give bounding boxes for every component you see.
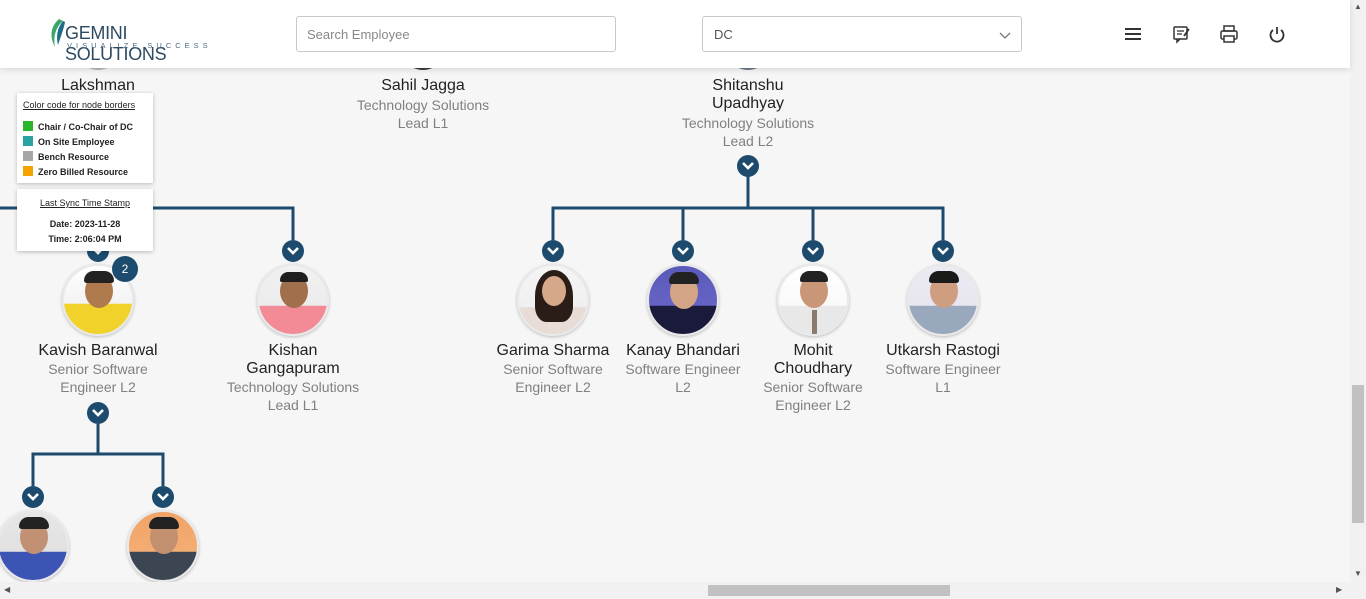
vertical-scroll-thumb[interactable] [1352, 385, 1364, 523]
avatar-kanay-bhandari[interactable] [647, 264, 719, 336]
feedback-icon[interactable] [1170, 23, 1192, 45]
menu-icon[interactable] [1122, 23, 1144, 45]
expand-toggle-button[interactable] [802, 240, 824, 262]
org-chart-canvas[interactable]: Lakshman Sahil Jagga Technology Solution… [0, 68, 1350, 582]
sync-timestamp-panel: Last Sync Time Stamp Date: 2023-11-28 Ti… [17, 189, 153, 251]
node-role: Software Engineer L1 [885, 361, 1001, 395]
expand-toggle-button[interactable] [672, 240, 694, 262]
avatar-kishan-gangapuram[interactable] [257, 264, 329, 336]
expand-toggle-button[interactable] [282, 240, 304, 262]
reportee-count-badge: 2 [112, 256, 138, 282]
node-role: Software Engineer L2 [625, 361, 741, 395]
avatar-child-employee[interactable] [0, 510, 69, 582]
node-name: Sahil Jagga [381, 77, 465, 94]
top-bar: GEMINI SOLUTIONS VISUALIZE SUCCESS DC [0, 0, 1350, 68]
node-role: Senior Software Engineer L2 [48, 361, 148, 395]
node-role: Technology Solutions Lead L2 [681, 115, 815, 149]
legend-item-chair: Chair / Co-Chair of DC [23, 121, 133, 132]
chevron-down-icon [92, 409, 104, 417]
color-code-legend: Color code for node borders Chair / Co-C… [17, 93, 153, 183]
avatar-mohit-choudhary[interactable] [777, 264, 849, 336]
chevron-down-icon [742, 162, 754, 170]
chevron-down-icon [677, 247, 689, 255]
chevron-down-icon [807, 247, 819, 255]
expand-toggle-button[interactable] [932, 240, 954, 262]
legend-swatch [23, 166, 33, 176]
dc-select-value: DC [714, 27, 733, 42]
scroll-up-icon[interactable]: ▲ [1354, 2, 1362, 11]
node-name: Kanay Bhandari [626, 342, 740, 359]
node-name: Kishan Gangapuram [246, 342, 340, 377]
chevron-down-icon [27, 493, 39, 501]
legend-item-bench: Bench Resource [23, 151, 109, 162]
search-employee-input[interactable] [296, 16, 616, 52]
dc-select[interactable]: DC [702, 16, 1022, 52]
horizontal-scroll-thumb[interactable] [708, 585, 950, 596]
node-role: Senior Software Engineer L2 [763, 379, 863, 413]
node-name: Kavish Baranwal [38, 342, 158, 359]
node-name: Mohit Choudhary [773, 342, 853, 377]
avatar-garima-sharma[interactable] [517, 264, 589, 336]
horizontal-scrollbar[interactable]: ◀ ▶ [0, 582, 1366, 599]
avatar-utkarsh-rastogi[interactable] [907, 264, 979, 336]
node-name: Garima Sharma [496, 342, 610, 359]
expand-toggle-button[interactable] [737, 155, 759, 177]
print-icon[interactable] [1218, 23, 1240, 45]
legend-swatch [23, 151, 33, 161]
scroll-right-icon[interactable]: ▶ [1336, 585, 1342, 594]
leaf-logo-icon [51, 19, 65, 47]
node-role: Technology Solutions Lead L1 [226, 379, 360, 413]
node-name: Shitanshu Upadhyay [711, 77, 785, 112]
chevron-down-icon [937, 247, 949, 255]
node-name: Utkarsh Rastogi [886, 342, 1000, 359]
legend-title: Color code for node borders [23, 100, 136, 110]
expand-toggle-button[interactable] [87, 402, 109, 424]
logo-tagline: VISUALIZE SUCCESS [67, 41, 212, 50]
legend-item-onsite: On Site Employee [23, 136, 115, 147]
sync-time: Time: 2:06:04 PM [48, 234, 122, 244]
sync-date: Date: 2023-11-28 [49, 219, 121, 229]
chevron-down-icon [999, 32, 1011, 39]
chevron-down-icon [287, 247, 299, 255]
avatar-child-employee[interactable] [127, 510, 199, 582]
power-icon[interactable] [1266, 23, 1288, 45]
chevron-down-icon [547, 247, 559, 255]
sync-title: Last Sync Time Stamp [39, 198, 131, 208]
chevron-down-icon [157, 493, 169, 501]
legend-item-zero-billed: Zero Billed Resource [23, 166, 128, 177]
legend-swatch [23, 136, 33, 146]
gemini-logo[interactable]: GEMINI SOLUTIONS VISUALIZE SUCCESS [47, 18, 217, 64]
scroll-left-icon[interactable]: ◀ [4, 585, 10, 594]
expand-toggle-button[interactable] [542, 240, 564, 262]
node-role: Senior Software Engineer L2 [503, 361, 603, 395]
expand-toggle-button[interactable] [152, 486, 174, 508]
scroll-down-icon[interactable]: ▼ [1354, 569, 1362, 578]
legend-swatch [23, 121, 33, 131]
vertical-scrollbar[interactable]: ▲ ▼ [1350, 0, 1366, 582]
node-role: Technology Solutions Lead L1 [356, 97, 490, 131]
expand-toggle-button[interactable] [22, 486, 44, 508]
